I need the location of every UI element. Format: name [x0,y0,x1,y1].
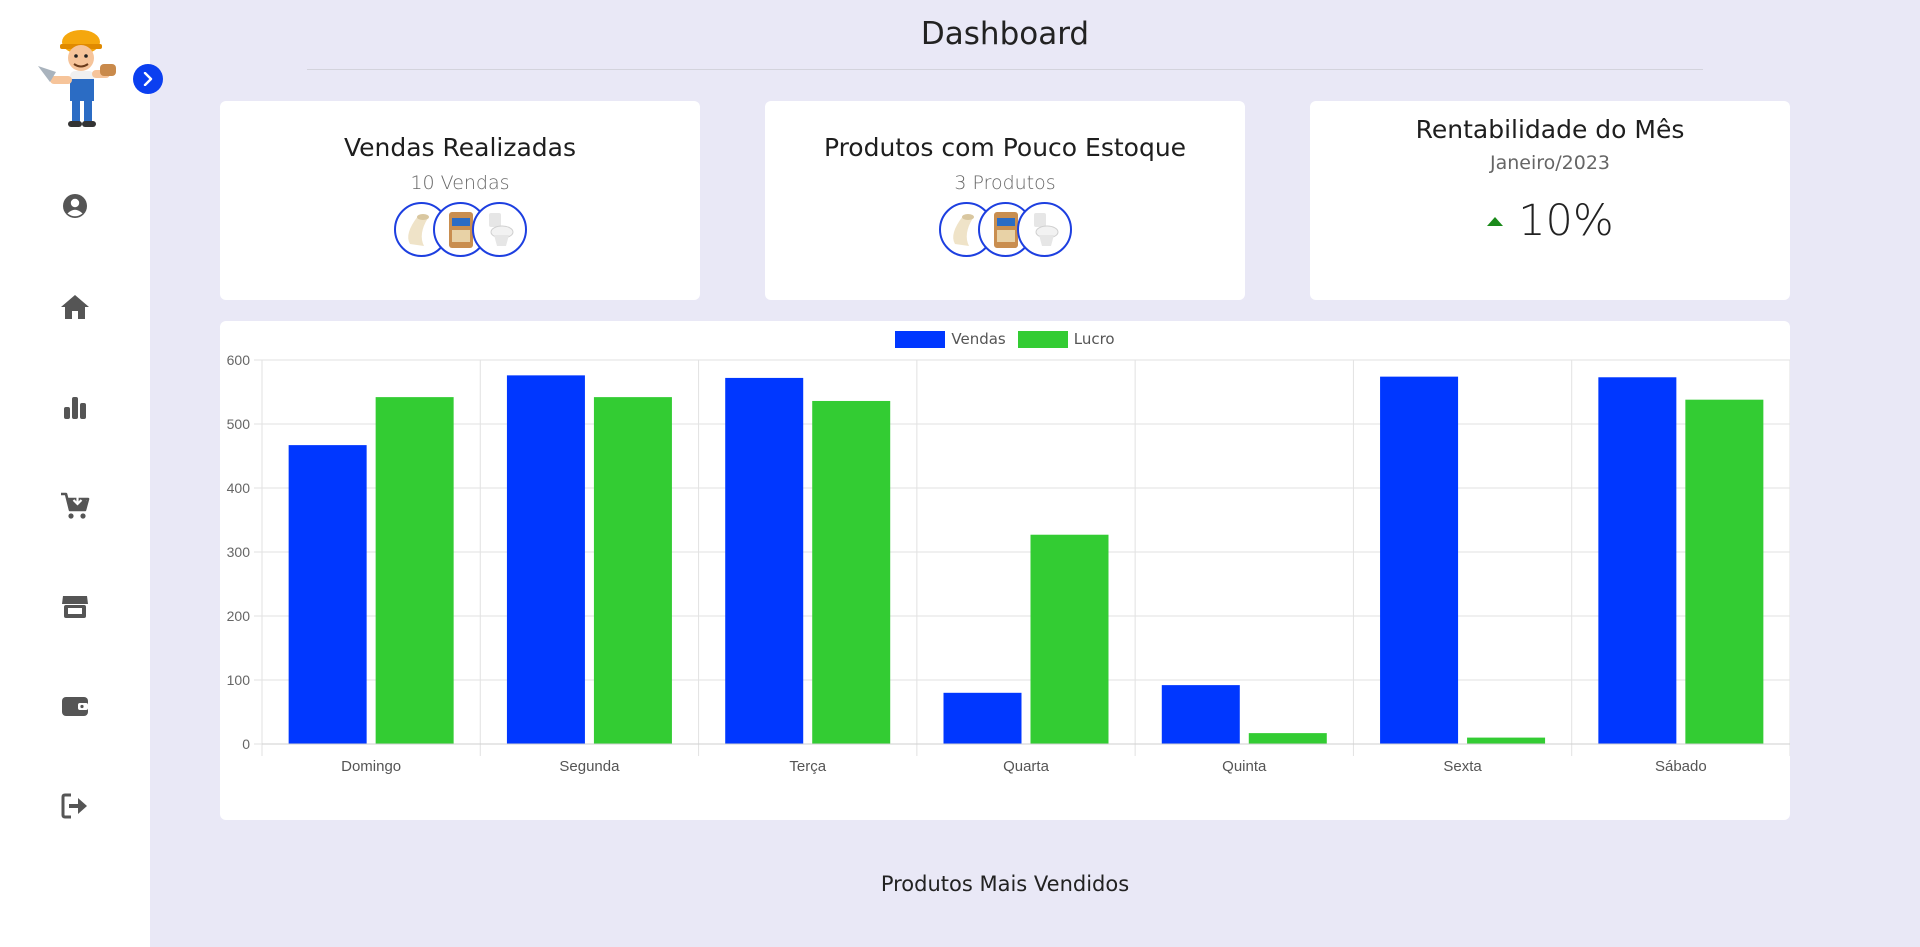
low-stock-card: Produtos com Pouco Estoque 3 Produtos [765,101,1245,300]
x-tick-label: Quinta [1222,758,1267,775]
trend-up-icon [1487,217,1504,226]
bar-vendas-quinta [1161,685,1240,744]
product-toilet-thumbnail[interactable] [471,202,527,257]
x-tick-label: Quarta [1003,758,1050,775]
product-toilet-thumbnail[interactable] [1016,202,1072,257]
sidebar-item-home[interactable] [58,290,92,324]
bar-lucro-sábado [1685,399,1764,744]
product-avatar-group [220,202,700,257]
legend-item-vendas[interactable]: Vendas [895,330,1006,348]
sidebar-item-profile[interactable] [58,189,92,223]
bar-chart-icon [64,397,86,419]
x-tick-label: Terça [789,758,826,775]
y-tick-label: 600 [227,352,251,368]
bar-vendas-sábado [1598,377,1677,744]
x-tick-label: Domingo [341,758,401,775]
builder-mascot-logo [34,26,124,132]
profitability-card: Rentabilidade do Mês Janeiro/2023 10% [1310,101,1790,300]
bar-lucro-quinta [1248,733,1327,744]
store-icon [62,596,88,618]
sales-count: 10 Vendas [410,172,510,194]
bar-vendas-domingo [288,445,367,744]
low-stock-card-title: Produtos com Pouco Estoque [823,133,1187,162]
product-avatar-group [765,202,1245,257]
main-content: Dashboard Vendas Realizadas 10 Vendas Pr… [150,0,1920,947]
bar-vendas-quarta [943,692,1022,744]
x-tick-label: Sábado [1655,758,1707,775]
y-tick-label: 0 [242,736,250,752]
bar-chart: 0 100 200 300 400 500 600 Domingo Segunda Terça Qu… [227,352,1791,775]
sidebar [0,0,163,947]
x-tick-label: Segunda [559,758,620,775]
bar-vendas-segunda [506,375,585,744]
legend-item-lucro[interactable]: Lucro [1017,330,1115,348]
legend-label-lucro: Lucro [1073,330,1115,348]
sales-profit-chart-card: Vendas Lucro 0 100 200 300 400 500 600 Domingo S… [220,321,1791,820]
y-tick-label: 100 [227,672,251,688]
sign-out-icon [61,793,87,819]
profitability-period: Janeiro/2023 [1489,152,1611,174]
user-circle-icon [63,194,87,218]
sidebar-item-store[interactable] [58,590,92,624]
x-tick-label: Sexta [1443,758,1482,775]
sidebar-item-logout[interactable] [58,789,92,823]
legend-swatch-vendas [895,330,946,348]
bar-lucro-domingo [375,397,454,744]
sidebar-item-reports[interactable] [58,390,92,424]
bar-lucro-segunda [593,397,672,744]
legend-label-vendas: Vendas [951,330,1006,348]
bar-vendas-terça [725,377,804,744]
low-stock-count: 3 Produtos [954,172,1056,194]
profitability-value-row: 10% [1310,196,1790,246]
page-title: Dashboard [920,16,1090,52]
sales-card-title: Vendas Realizadas [343,133,577,162]
bar-lucro-sexta [1467,737,1546,744]
cart-download-icon [61,492,90,519]
legend-swatch-lucro [1017,330,1068,348]
sales-card: Vendas Realizadas 10 Vendas [220,101,700,300]
bar-lucro-terça [812,400,891,744]
title-divider [307,69,1703,70]
sidebar-item-purchases[interactable] [58,489,92,523]
y-tick-label: 200 [227,608,251,624]
sidebar-item-wallet[interactable] [58,689,92,723]
chart-legend: Vendas Lucro [220,330,1790,348]
profitability-value: 10% [1518,196,1614,246]
profitability-card-title: Rentabilidade do Mês [1415,115,1685,144]
wallet-icon [62,697,88,716]
home-icon [61,295,89,319]
y-tick-label: 500 [227,416,251,432]
bar-vendas-sexta [1380,376,1459,744]
bar-lucro-quarta [1030,534,1109,744]
best-sellers-title: Produtos Mais Vendidos [880,872,1130,896]
y-tick-label: 400 [227,480,251,496]
y-tick-label: 300 [227,544,251,560]
